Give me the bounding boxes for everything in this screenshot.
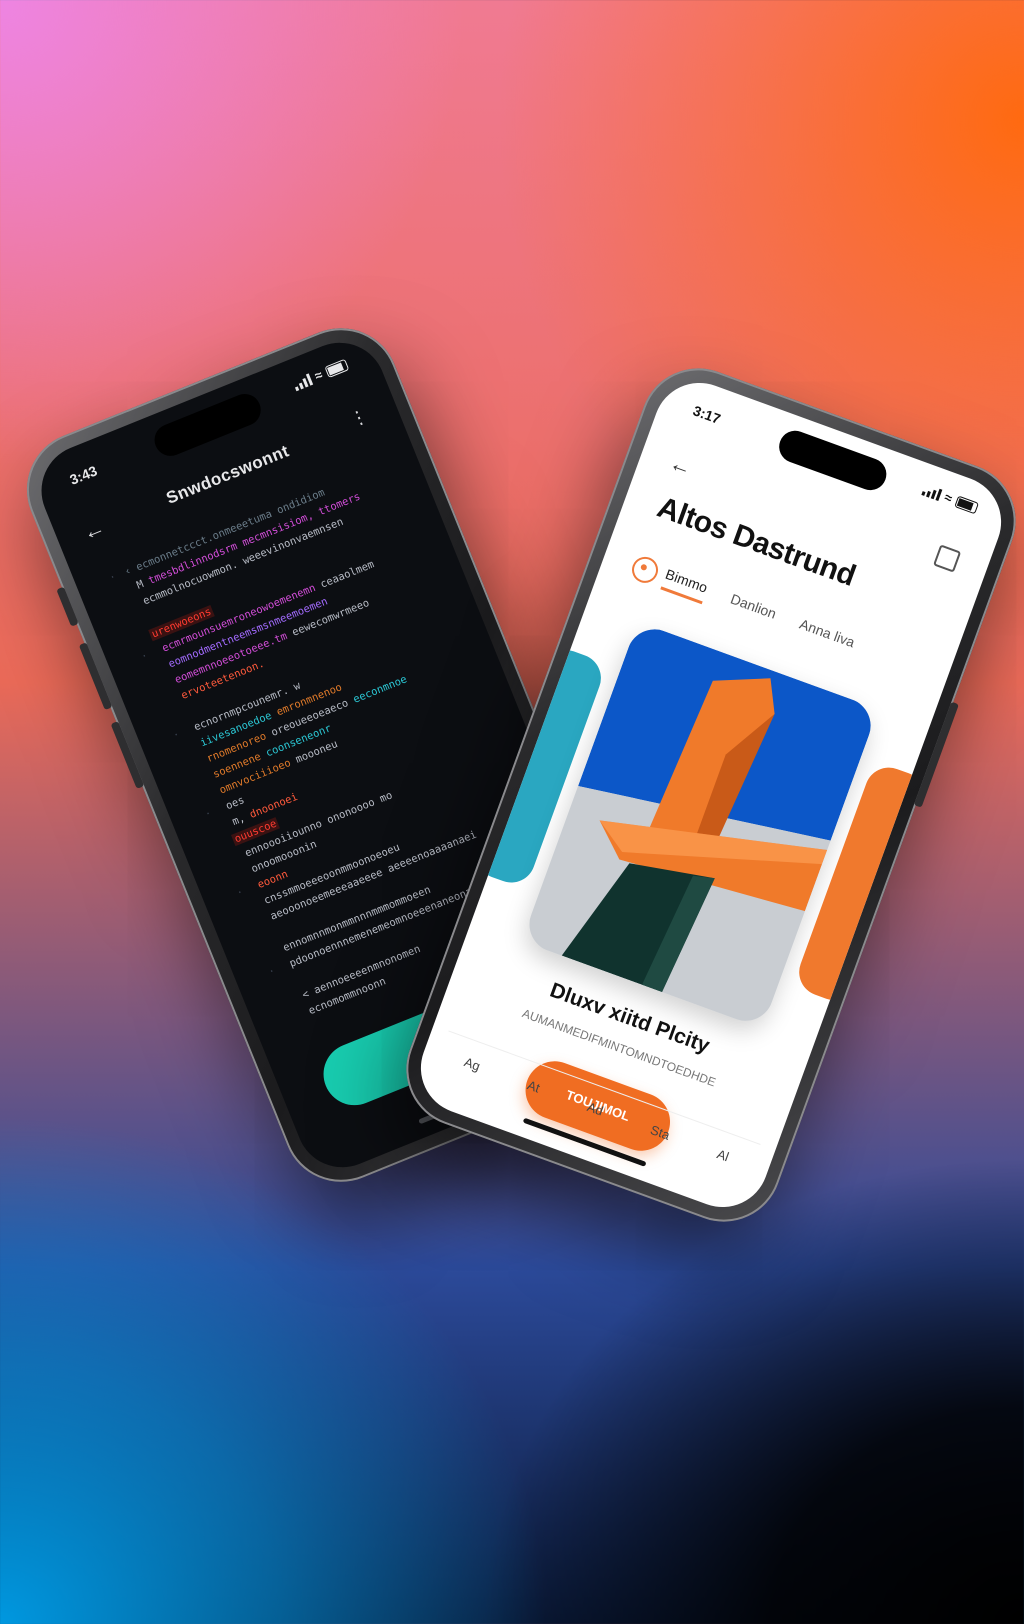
back-arrow-icon[interactable]: ← [666,450,695,482]
tab-3[interactable]: Anna liva [795,616,857,656]
wifi-icon: ≈ [312,366,325,384]
nav-item-3[interactable]: Ad [585,1099,605,1119]
line-gutter [277,1021,296,1028]
wifi-icon: ≈ [942,489,955,507]
share-icon[interactable] [933,544,962,573]
side-button [56,586,79,627]
status-time: 3:43 [67,462,100,488]
battery-icon [954,495,980,515]
tab-2[interactable]: Danlion [726,590,778,627]
nav-item-2[interactable]: At [526,1077,543,1095]
nav-item-1[interactable]: Ag [462,1054,482,1074]
nav-item-4[interactable]: Sta [649,1122,672,1143]
battery-icon [324,358,350,379]
status-time: 3:17 [690,402,723,427]
tab-1[interactable]: Bimmo [660,565,710,604]
nav-item-5[interactable]: Al [715,1146,731,1164]
signal-icon [921,484,943,501]
tab-indicator-icon [628,553,662,587]
signal-icon [292,373,314,392]
